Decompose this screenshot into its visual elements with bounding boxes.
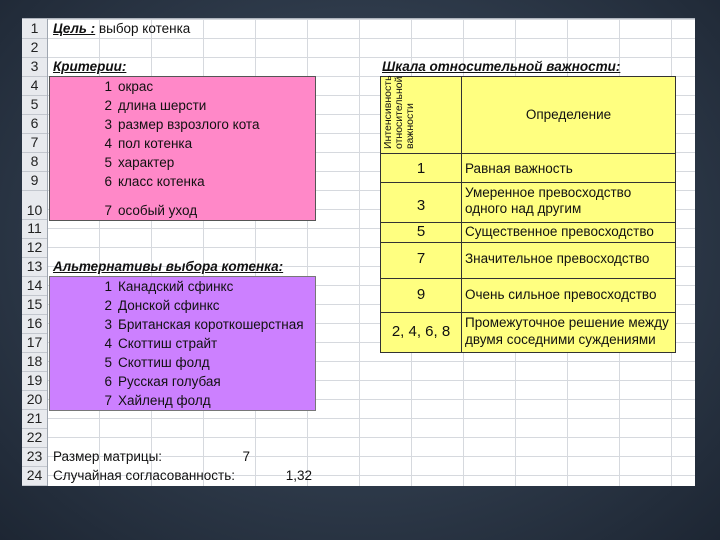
row-header[interactable]: 7 xyxy=(22,133,47,153)
criteria-number[interactable]: 7 xyxy=(100,201,112,220)
row-header[interactable]: 11 xyxy=(22,219,47,239)
alternative-number[interactable]: 1 xyxy=(100,277,112,296)
criteria-item[interactable]: класс котенка xyxy=(118,172,205,191)
intensity-value[interactable]: 9 xyxy=(381,285,461,304)
row-header[interactable]: 13 xyxy=(22,257,47,277)
criteria-number[interactable]: 2 xyxy=(100,96,112,115)
alternative-item[interactable]: Донской сфинкс xyxy=(118,296,220,315)
matrix-size-value[interactable]: 7 xyxy=(222,447,250,466)
criteria-number[interactable]: 6 xyxy=(100,172,112,191)
row-header[interactable]: 16 xyxy=(22,314,47,334)
alternative-number[interactable]: 2 xyxy=(100,296,112,315)
row-divider xyxy=(381,182,675,183)
intensity-value[interactable]: 5 xyxy=(381,222,461,241)
definition-value[interactable]: Промежуточное решение между двумя соседн… xyxy=(465,314,675,348)
criteria-item[interactable]: размер взрозлого кота xyxy=(118,115,259,134)
criteria-item[interactable]: характер xyxy=(118,153,174,172)
criteria-item[interactable]: особый уход xyxy=(118,201,197,220)
alternative-item[interactable]: Скоттиш фолд xyxy=(118,353,210,372)
row-header[interactable]: 20 xyxy=(22,390,47,410)
row-header[interactable]: 4 xyxy=(22,76,47,96)
definition-value[interactable]: Равная важность xyxy=(465,159,573,178)
definition-header[interactable]: Определение xyxy=(462,105,675,124)
scale-title[interactable]: Шкала относительной важности: xyxy=(382,57,620,76)
goal-label: Цель : xyxy=(53,21,96,36)
alternative-item[interactable]: Британская короткошерстная xyxy=(118,315,304,334)
intensity-header[interactable]: Интенсивность относительной важности xyxy=(382,75,459,149)
row-divider xyxy=(381,242,675,243)
criteria-number[interactable]: 4 xyxy=(100,134,112,153)
row-header[interactable]: 25 xyxy=(22,485,47,486)
row-header[interactable]: 1 xyxy=(22,19,47,39)
intensity-value[interactable]: 1 xyxy=(381,159,461,178)
row-divider xyxy=(381,278,675,279)
scale-table: Интенсивность относительной важности Опр… xyxy=(380,75,676,353)
row-header[interactable]: 17 xyxy=(22,333,47,353)
row-header[interactable]: 21 xyxy=(22,409,47,429)
criteria-title[interactable]: Критерии: xyxy=(53,57,126,76)
criteria-number[interactable]: 1 xyxy=(100,77,112,96)
row-header[interactable]: 18 xyxy=(22,352,47,372)
alternative-number[interactable]: 3 xyxy=(100,315,112,334)
row-divider xyxy=(381,153,675,154)
alternative-item[interactable]: Хайленд фолд xyxy=(118,391,211,410)
alternative-number[interactable]: 6 xyxy=(100,372,112,391)
spreadsheet[interactable]: 1 2 3 4 5 6 7 8 9 10 11 12 13 14 15 16 1… xyxy=(22,18,695,486)
row-header[interactable]: 2 xyxy=(22,38,47,58)
alternative-item[interactable]: Канадский сфинкс xyxy=(118,277,233,296)
definition-value[interactable]: Умеренное превосходство одного над други… xyxy=(465,185,665,217)
definition-value[interactable]: Существенное превосходство xyxy=(465,222,654,241)
row-headers: 1 2 3 4 5 6 7 8 9 10 11 12 13 14 15 16 1… xyxy=(22,19,48,486)
criteria-block: 1 окрас 2 длина шерсти 3 размер взрозлог… xyxy=(49,76,316,221)
definition-value[interactable]: Очень сильное превосходство xyxy=(465,285,656,304)
row-header[interactable]: 12 xyxy=(22,238,47,258)
criteria-number[interactable]: 3 xyxy=(100,115,112,134)
alternatives-title[interactable]: Альтернативы выбора котенка: xyxy=(53,257,283,276)
goal-cell[interactable]: Цель : выбор котенка xyxy=(53,19,190,38)
criteria-item[interactable]: пол котенка xyxy=(118,134,192,153)
row-header[interactable]: 22 xyxy=(22,428,47,448)
criteria-item[interactable]: длина шерсти xyxy=(118,96,206,115)
row-header[interactable]: 9 xyxy=(22,171,47,191)
row-header[interactable]: 10 xyxy=(22,190,47,220)
criteria-number[interactable]: 5 xyxy=(100,153,112,172)
intensity-value[interactable]: 3 xyxy=(381,196,461,215)
row-header[interactable]: 15 xyxy=(22,295,47,315)
alternative-number[interactable]: 7 xyxy=(100,391,112,410)
intensity-value[interactable]: 7 xyxy=(381,249,461,268)
row-header[interactable]: 23 xyxy=(22,447,47,467)
row-header[interactable]: 14 xyxy=(22,276,47,296)
row-header[interactable]: 8 xyxy=(22,152,47,172)
matrix-size-label[interactable]: Размер матрицы: xyxy=(53,447,162,466)
row-header[interactable]: 3 xyxy=(22,57,47,77)
definition-value[interactable]: Значительное превосходство xyxy=(465,249,649,268)
row-header[interactable]: 24 xyxy=(22,466,47,486)
random-consistency-value[interactable]: 1,32 xyxy=(272,466,312,485)
goal-value: выбор котенка xyxy=(95,21,191,36)
alternatives-block: 1 Канадский сфинкс 2 Донской сфинкс 3 Бр… xyxy=(49,276,316,411)
row-header[interactable]: 19 xyxy=(22,371,47,391)
intensity-value[interactable]: 2, 4, 6, 8 xyxy=(381,322,461,341)
alternative-item[interactable]: Русская голубая xyxy=(118,372,221,391)
random-consistency-label[interactable]: Случайная согласованность: xyxy=(53,466,235,485)
row-divider xyxy=(381,312,675,313)
alternative-item[interactable]: Скоттиш страйт xyxy=(118,334,217,353)
row-header[interactable]: 5 xyxy=(22,95,47,115)
criteria-item[interactable]: окрас xyxy=(118,77,153,96)
alternative-number[interactable]: 5 xyxy=(100,353,112,372)
alternative-number[interactable]: 4 xyxy=(100,334,112,353)
row-header[interactable]: 6 xyxy=(22,114,47,134)
